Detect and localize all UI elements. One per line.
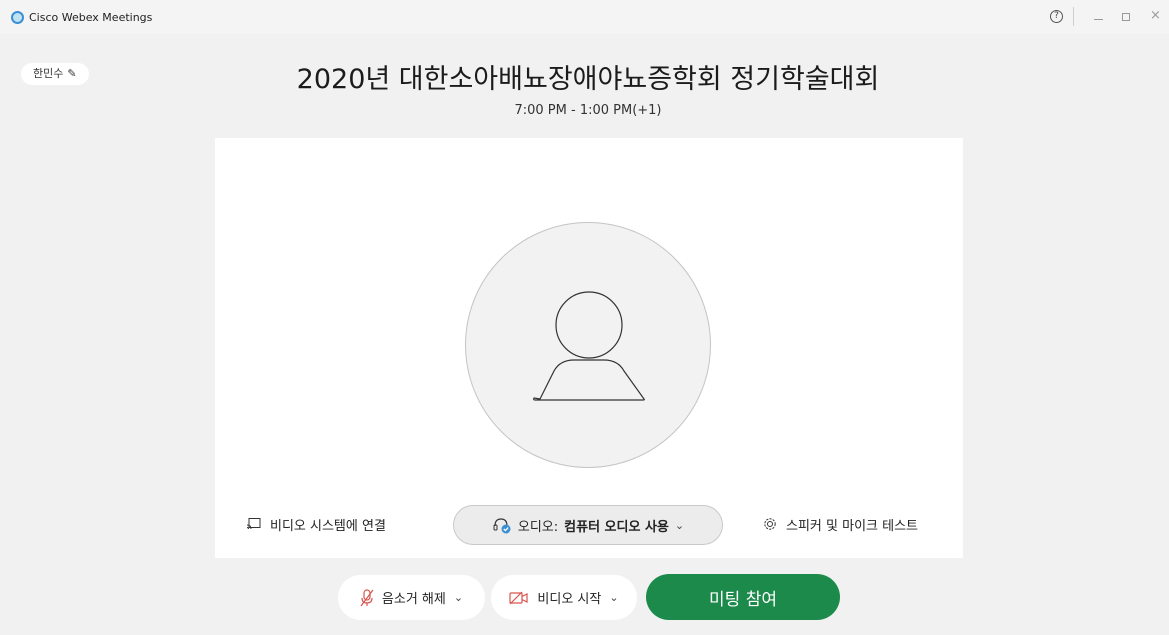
gear-icon <box>764 518 776 530</box>
video-preview-panel: 비디오 시스템에 연결 오디오: 컴퓨터 오디오 사용 ⌄ 스피커 및 마이크 … <box>215 138 963 558</box>
chevron-down-icon[interactable]: ⌄ <box>454 591 463 604</box>
connect-video-system-button[interactable]: 비디오 시스템에 연결 <box>246 513 386 535</box>
maximize-button[interactable] <box>1122 13 1130 21</box>
audio-value: 컴퓨터 오디오 사용 <box>564 519 669 535</box>
person-silhouette-icon <box>533 291 645 401</box>
meeting-time: 7:00 PM - 1:00 PM(+1) <box>514 103 662 118</box>
audio-option-dropdown[interactable]: 오디오: 컴퓨터 오디오 사용 ⌄ <box>453 505 723 545</box>
mic-muted-icon <box>360 588 374 606</box>
unmute-button[interactable]: 음소거 해제 ⌄ <box>338 575 485 620</box>
connect-video-system-label: 비디오 시스템에 연결 <box>270 518 386 534</box>
start-video-label: 비디오 시작 <box>537 592 602 607</box>
speaker-mic-test-label: 스피커 및 마이크 테스트 <box>786 518 918 534</box>
avatar <box>465 222 711 468</box>
video-off-icon <box>509 591 529 604</box>
unmute-label: 음소거 해제 <box>381 592 446 607</box>
title-bar: Cisco Webex Meetings ? × <box>0 0 1169 34</box>
meeting-title: 2020년 대한소아배뇨장애야뇨증학회 정기학술대회 <box>296 64 880 95</box>
audio-prefix: 오디오: <box>517 519 559 535</box>
join-meeting-button[interactable]: 미팅 참여 <box>646 574 840 620</box>
chevron-down-icon[interactable]: ⌄ <box>609 591 618 604</box>
chevron-down-icon: ⌄ <box>674 518 685 532</box>
speaker-mic-test-button[interactable]: 스피커 및 마이크 테스트 <box>762 513 918 535</box>
close-button[interactable]: × <box>1150 8 1161 24</box>
help-button[interactable]: ? <box>1050 10 1063 23</box>
start-video-button[interactable]: 비디오 시작 ⌄ <box>491 575 637 620</box>
titlebar-divider <box>1073 7 1074 26</box>
minimize-button[interactable] <box>1094 19 1103 20</box>
headset-icon <box>493 518 511 534</box>
webex-logo-icon <box>11 11 24 24</box>
cast-icon <box>246 518 261 530</box>
app-title: Cisco Webex Meetings <box>29 11 153 24</box>
